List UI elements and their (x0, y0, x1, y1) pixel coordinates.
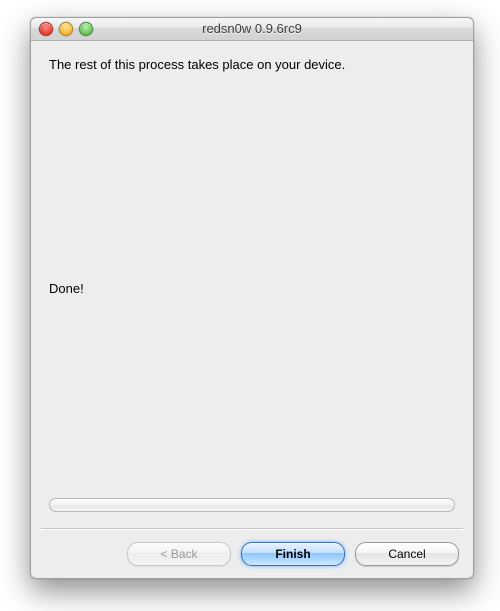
separator (41, 528, 463, 530)
cancel-button[interactable]: Cancel (355, 542, 459, 566)
instruction-text: The rest of this process takes place on … (49, 57, 455, 72)
app-window: redsn0w 0.9.6rc9 The rest of this proces… (30, 17, 474, 579)
progress-bar-container (49, 498, 455, 512)
minimize-icon[interactable] (59, 22, 73, 36)
titlebar: redsn0w 0.9.6rc9 (31, 18, 473, 41)
window-title: redsn0w 0.9.6rc9 (202, 21, 302, 36)
progress-bar (49, 498, 455, 512)
status-text: Done! (49, 281, 84, 296)
window-controls (39, 22, 93, 36)
close-icon[interactable] (39, 22, 53, 36)
finish-button[interactable]: Finish (241, 542, 345, 566)
back-button: < Back (127, 542, 231, 566)
zoom-icon[interactable] (79, 22, 93, 36)
content-area: The rest of this process takes place on … (31, 41, 473, 578)
button-row: < Back Finish Cancel (127, 542, 459, 566)
